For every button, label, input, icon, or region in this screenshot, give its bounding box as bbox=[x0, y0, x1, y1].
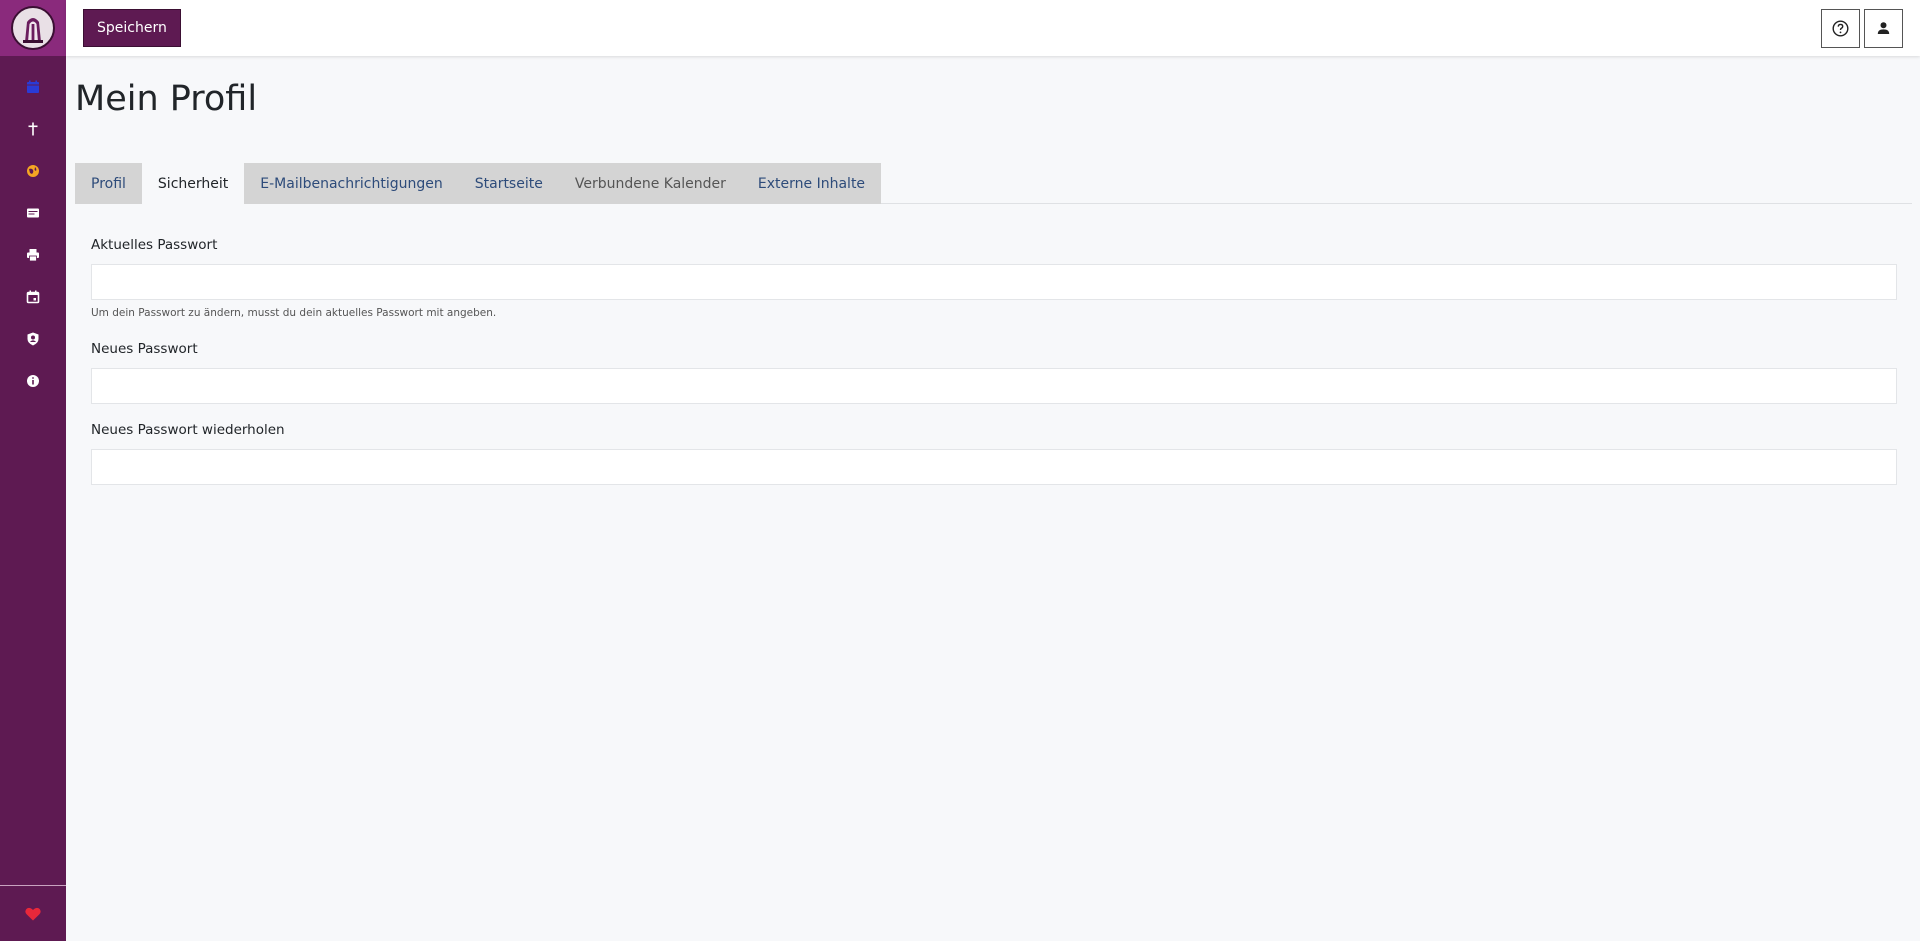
current-password-group: Aktuelles Passwort Um dein Passwort zu ä… bbox=[91, 237, 1897, 321]
sidebar bbox=[0, 0, 66, 941]
help-button[interactable] bbox=[1821, 9, 1860, 48]
user-shield-icon bbox=[27, 332, 39, 346]
repeat-password-field[interactable] bbox=[91, 449, 1897, 485]
printer-icon bbox=[27, 249, 39, 262]
profile-tabs: Profil Sicherheit E-Mailbenachrichtigung… bbox=[75, 163, 1912, 204]
main-content: Mein Profil Profil Sicherheit E-Mailbena… bbox=[66, 56, 1920, 941]
calendar-outline-icon bbox=[26, 290, 40, 304]
new-password-label: Neues Passwort bbox=[91, 341, 198, 357]
new-password-field[interactable] bbox=[91, 368, 1897, 404]
id-card-icon bbox=[27, 208, 39, 218]
current-password-help: Um dein Passwort zu ändern, musst du dei… bbox=[91, 307, 497, 319]
save-button[interactable]: Speichern bbox=[83, 9, 181, 47]
sidebar-item-admin[interactable] bbox=[0, 318, 66, 360]
tab-email-notifications[interactable]: E-Mailbenachrichtigungen bbox=[244, 163, 459, 204]
repeat-password-label: Neues Passwort wiederholen bbox=[91, 422, 285, 438]
current-password-label: Aktuelles Passwort bbox=[91, 237, 218, 253]
user-icon bbox=[1877, 22, 1890, 34]
new-password-group: Neues Passwort bbox=[91, 341, 1897, 404]
page-title: Mein Profil bbox=[75, 79, 258, 119]
tab-profil[interactable]: Profil bbox=[75, 163, 142, 204]
top-toolbar: Speichern bbox=[66, 0, 1920, 56]
sidebar-item-globe[interactable] bbox=[0, 150, 66, 192]
info-icon bbox=[27, 375, 39, 387]
heart-icon bbox=[25, 907, 41, 920]
sidebar-item-cards[interactable] bbox=[0, 192, 66, 234]
sidebar-item-donate[interactable] bbox=[0, 885, 66, 941]
cross-icon bbox=[28, 122, 38, 136]
globe-icon bbox=[27, 165, 39, 177]
user-menu-button[interactable] bbox=[1864, 9, 1903, 48]
tab-connected-calendars[interactable]: Verbundene Kalender bbox=[558, 163, 742, 204]
sidebar-item-events[interactable] bbox=[0, 276, 66, 318]
tab-external-content[interactable]: Externe Inhalte bbox=[741, 163, 882, 204]
current-password-field[interactable] bbox=[91, 264, 1897, 300]
sidebar-item-info[interactable] bbox=[0, 360, 66, 402]
help-icon bbox=[1832, 20, 1849, 37]
sidebar-nav bbox=[0, 56, 66, 402]
tab-sicherheit[interactable]: Sicherheit bbox=[141, 163, 245, 204]
tab-startseite[interactable]: Startseite bbox=[458, 163, 559, 204]
sidebar-item-church[interactable] bbox=[0, 108, 66, 150]
app-logo[interactable] bbox=[11, 6, 55, 50]
logo-container[interactable] bbox=[0, 0, 66, 56]
sidebar-item-print[interactable] bbox=[0, 234, 66, 276]
calendar-icon bbox=[27, 80, 39, 93]
sidebar-item-calendar[interactable] bbox=[0, 66, 66, 108]
logo-icon bbox=[14, 9, 52, 47]
repeat-password-group: Neues Passwort wiederholen bbox=[91, 422, 1897, 485]
